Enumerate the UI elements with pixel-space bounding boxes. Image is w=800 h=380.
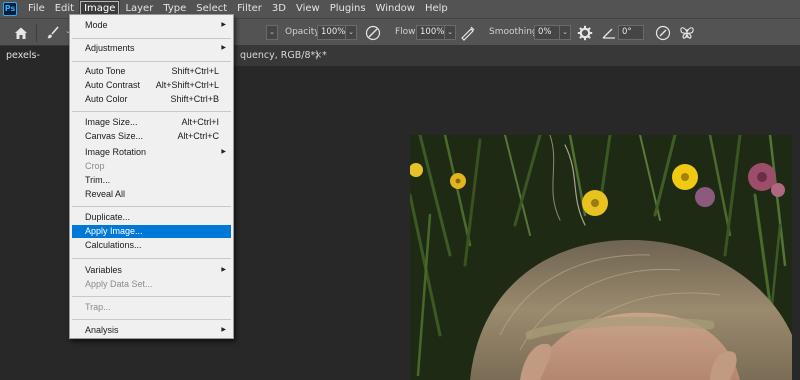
menu-file[interactable]: File [23,0,50,18]
menu-separator [72,206,231,207]
close-tab-icon[interactable]: × [314,46,322,66]
menu-item-auto-color[interactable]: Auto Color Shift+Ctrl+B [72,93,231,106]
opacity-dropdown[interactable]: ⌄ [345,25,357,40]
menu-separator [72,111,231,112]
gear-icon[interactable] [576,24,594,42]
menu-item-crop: Crop [72,160,231,173]
menu-item-analysis[interactable]: Analysis ▶ [72,324,231,337]
menu-separator [72,38,231,39]
menu-item-label: Image Rotation [85,147,147,157]
menu-item-label: Auto Contrast [85,80,141,90]
menu-3d[interactable]: 3D [267,0,291,18]
menu-separator [72,296,231,297]
options-separator [36,24,37,42]
menu-item-label: Apply Image... [85,226,143,236]
menu-item-calculations[interactable]: Calculations... [72,239,231,252]
menu-item-auto-tone[interactable]: Auto Tone Shift+Ctrl+L [72,65,231,78]
menu-separator [72,61,231,62]
flow-field[interactable]: 100% [416,25,445,40]
menu-item-variables[interactable]: Variables ▶ [72,264,231,277]
flow-dropdown[interactable]: ⌄ [444,25,456,40]
menu-item-duplicate[interactable]: Duplicate... [72,211,231,224]
submenu-arrow-icon: ▶ [221,267,226,273]
menu-item-label: Trim... [85,175,111,185]
image-menu-dropdown: Mode ▶ Adjustments ▶ Auto Tone Shift+Ctrl+L… [69,14,234,339]
menu-item-auto-contrast[interactable]: Auto Contrast Alt+Shift+Ctrl+L [72,79,231,92]
menu-item-label: Calculations... [85,240,142,250]
pressure-opacity-icon[interactable] [364,24,382,42]
mode-dropdown-arrow[interactable]: ⌄ [266,25,278,40]
menu-item-adjustments[interactable]: Adjustments ▶ [72,42,231,55]
menu-filter[interactable]: Filter [232,0,267,18]
menu-item-label: Canvas Size... [85,131,144,141]
smoothing-field[interactable]: 0% [534,25,560,40]
menu-item-image-rotation[interactable]: Image Rotation ▶ [72,146,231,159]
opacity-field[interactable]: 100% [317,25,346,40]
menu-shortcut: Alt+Ctrl+I [181,117,219,127]
menu-item-trap: Trap... [72,301,231,314]
menu-shortcut: Alt+Shift+Ctrl+L [155,80,219,90]
home-icon[interactable] [12,24,30,42]
menu-item-label: Trap... [85,302,111,312]
menu-item-label: Reveal All [85,189,126,199]
photoshop-logo[interactable]: Ps [3,2,17,16]
menu-item-apply-image[interactable]: Apply Image... [72,225,231,238]
document-image[interactable] [410,135,792,380]
submenu-arrow-icon: ▶ [221,149,226,155]
menu-shortcut: Alt+Ctrl+C [177,131,219,141]
submenu-arrow-icon: ▶ [221,327,226,333]
menu-item-trim[interactable]: Trim... [72,174,231,187]
flow-label: Flow: [395,27,419,37]
menu-shortcut: Shift+Ctrl+L [171,66,219,76]
menu-item-label: Image Size... [85,117,138,127]
menu-item-label: Crop [85,161,105,171]
menu-item-image-size[interactable]: Image Size... Alt+Ctrl+I [72,116,231,129]
menu-item-mode[interactable]: Mode ▶ [72,19,231,32]
menu-item-label: Apply Data Set... [85,279,153,289]
menu-item-reveal-all[interactable]: Reveal All [72,188,231,201]
menu-item-label: Adjustments [85,43,135,53]
menu-help[interactable]: Help [420,0,453,18]
menu-plugins[interactable]: Plugins [325,0,371,18]
angle-icon [602,28,615,39]
menu-item-canvas-size[interactable]: Canvas Size... Alt+Ctrl+C [72,130,231,143]
airbrush-icon[interactable] [459,24,477,42]
menu-shortcut: Shift+Ctrl+B [170,94,219,104]
smoothing-dropdown[interactable]: ⌄ [559,25,571,40]
menu-item-label: Mode [85,20,108,30]
menu-window[interactable]: Window [371,0,420,18]
menu-item-apply-data-set: Apply Data Set... [72,278,231,291]
photo-content [410,135,792,380]
document-tab[interactable]: pexels-viktoria- [0,46,78,81]
submenu-arrow-icon: ▶ [221,22,226,28]
pressure-size-icon[interactable] [654,24,672,42]
menu-item-label: Auto Tone [85,66,126,76]
menu-separator [72,319,231,320]
submenu-arrow-icon: ▶ [221,45,226,51]
menu-item-label: Variables [85,265,122,275]
menu-view[interactable]: View [291,0,325,18]
butterfly-symmetry-icon[interactable] [678,24,696,42]
menu-item-label: Duplicate... [85,212,131,222]
angle-field[interactable]: 0° [618,25,644,40]
menu-item-label: Auto Color [85,94,128,104]
menu-item-label: Analysis [85,325,119,335]
brush-icon[interactable] [44,24,62,42]
smoothing-label: Smoothing: [489,27,541,37]
menu-separator [72,258,231,259]
